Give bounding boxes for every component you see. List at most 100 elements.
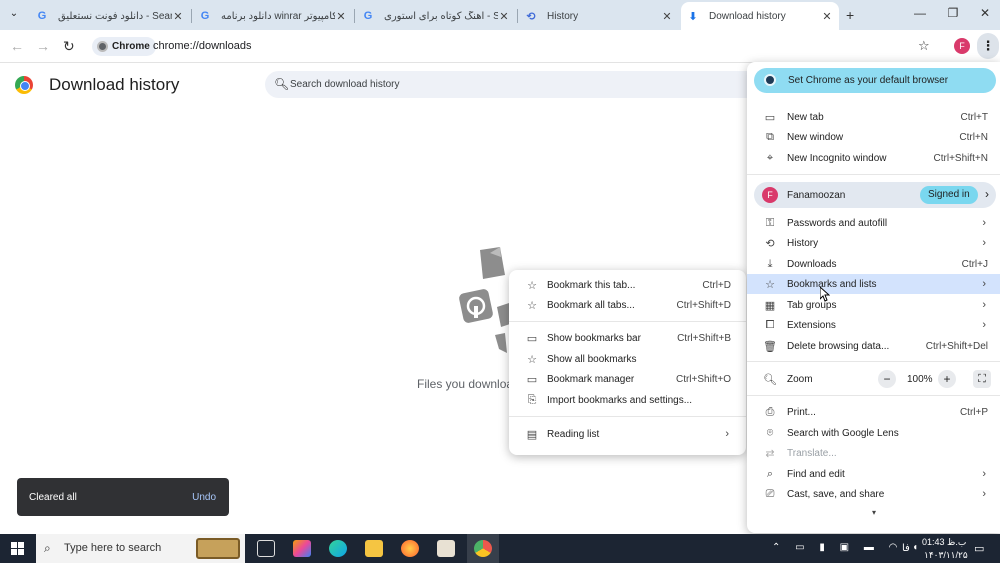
fullscreen-button[interactable]: ⛶	[973, 370, 991, 388]
restore-button[interactable]: ❐	[938, 6, 968, 24]
chevron-right-icon: ›	[725, 428, 729, 440]
profile-row[interactable]: F Fanamoozan Signed in ›	[754, 182, 996, 208]
menu-item-find-and-edit[interactable]: ⌕ Find and edit ›	[747, 464, 1000, 484]
language-indicator[interactable]: فا	[902, 543, 910, 554]
key-icon: ⚿	[765, 216, 775, 229]
windows-start-icon[interactable]	[11, 542, 24, 555]
star-icon: ☆	[765, 278, 775, 291]
lens-icon: ⌾	[766, 426, 774, 439]
menu-item-passwords-autofill[interactable]: ⚿ Passwords and autofill ›	[747, 213, 1000, 233]
back-button[interactable]: ←	[10, 38, 24, 54]
tab-title: History	[547, 10, 579, 22]
close-icon[interactable]: ✕	[335, 10, 347, 23]
tab-4[interactable]: ⟲ History ✕	[519, 4, 679, 28]
site-chip[interactable]: Chrome	[92, 37, 156, 56]
menu-item-bookmark-all-tabs[interactable]: ☆ Bookmark all tabs... Ctrl+Shift+D	[509, 295, 746, 315]
tab-search-button[interactable]: ⌄	[6, 8, 22, 22]
url-text: chrome://downloads	[153, 40, 252, 52]
star-icon: ☆	[527, 279, 537, 292]
zoom-in-button[interactable]: +	[938, 370, 956, 388]
menu-item-bookmark-this-tab[interactable]: ☆ Bookmark this tab... Ctrl+D	[509, 275, 746, 295]
bookmark-star-icon[interactable]: ☆	[918, 38, 930, 54]
menu-item-new-window[interactable]: ⧉ New window Ctrl+N	[747, 127, 1000, 147]
star-icon: ☆	[527, 299, 537, 312]
tab-3[interactable]: G آهنگ کوتاه برای استوری - Search ✕	[356, 4, 516, 28]
close-icon[interactable]: ✕	[498, 10, 510, 23]
clock-time[interactable]: 01:43 ب.ظ	[922, 537, 966, 548]
menu-item-bookmark-manager[interactable]: ▭ Bookmark manager Ctrl+Shift+O	[509, 369, 746, 389]
new-tab-button[interactable]: +	[846, 7, 854, 23]
search-icon: ⌕	[44, 541, 51, 555]
undo-button[interactable]: Undo	[192, 492, 216, 503]
taskbar-search-placeholder: Type here to search	[64, 542, 162, 554]
menu-item-bookmarks-and-lists[interactable]: ☆ Bookmarks and lists ›	[747, 274, 1000, 294]
menu-item-cast-save-share[interactable]: ⎚ Cast, save, and share ›	[747, 484, 1000, 504]
menu-item-print[interactable]: ⎙ Print... Ctrl+P	[747, 402, 1000, 422]
firefox-icon[interactable]	[401, 540, 419, 557]
toast-message: Cleared all	[29, 492, 77, 503]
menu-item-import-bookmarks[interactable]: ⎘ Import bookmarks and settings...	[509, 390, 746, 410]
menu-item-reading-list[interactable]: ▤ Reading list ›	[509, 424, 746, 444]
menu-item-history[interactable]: ⟲ History ›	[747, 233, 1000, 253]
bookmarks-submenu: ☆ Bookmark this tab... Ctrl+D ☆ Bookmark…	[509, 270, 746, 455]
tab-2[interactable]: G دانلود برنامه winrar کامپیوتر - ✕	[193, 4, 353, 28]
google-icon: G	[363, 10, 373, 22]
notification-icon[interactable]: ▭	[974, 542, 984, 555]
menu-item-downloads[interactable]: ⤓ Downloads Ctrl+J	[747, 254, 1000, 274]
menu-item-show-bookmarks-bar[interactable]: ▭ Show bookmarks bar Ctrl+Shift+B	[509, 328, 746, 348]
menu-item-new-incognito-window[interactable]: ⌖ New Incognito window Ctrl+Shift+N	[747, 148, 1000, 168]
search-highlight-icon	[196, 538, 240, 559]
menu-button[interactable]: ⋮	[977, 33, 999, 59]
menu-item-new-tab[interactable]: ▭ New tab Ctrl+T	[747, 107, 1000, 127]
menu-item-extensions[interactable]: ⧠ Extensions ›	[747, 315, 1000, 335]
zoom-icon: 🔍︎	[763, 373, 777, 386]
clock-date[interactable]: ۱۴۰۳/۱۱/۲۵	[924, 550, 968, 561]
file-explorer-icon[interactable]	[365, 540, 383, 557]
close-window-button[interactable]: ✕	[970, 6, 1000, 24]
google-icon: G	[37, 10, 47, 22]
chevron-right-icon: ›	[985, 187, 989, 201]
toast: Cleared all Undo	[17, 478, 229, 516]
new-window-icon: ⧉	[766, 130, 774, 143]
menu-item-delete-browsing-data[interactable]: 🗑︎ Delete browsing data... Ctrl+Shift+De…	[747, 336, 1000, 356]
tab-1[interactable]: G دانلود فونت نستعلیق - Search ✕	[30, 4, 190, 28]
minimize-button[interactable]: —	[905, 6, 935, 24]
edge-icon[interactable]	[329, 540, 347, 557]
zoom-out-button[interactable]: −	[878, 370, 896, 388]
forward-button[interactable]: →	[36, 38, 50, 54]
task-view-icon[interactable]	[257, 540, 275, 557]
trash-icon: 🗑︎	[763, 340, 777, 353]
reload-button[interactable]: ↻	[63, 38, 75, 55]
tab-title: دانلود برنامه winrar کامپیوتر -	[221, 10, 335, 22]
profile-avatar[interactable]: F	[954, 38, 970, 54]
empty-downloads-illustration-icon	[459, 247, 513, 353]
scroll-down-icon[interactable]: ▾	[872, 508, 876, 517]
app-icon[interactable]	[437, 540, 455, 557]
chevron-right-icon: ›	[982, 299, 986, 311]
taskbar-search-box[interactable]: ⌕ Type here to search	[36, 534, 245, 563]
menu-item-show-all-bookmarks[interactable]: ☆ Show all bookmarks	[509, 349, 746, 369]
close-icon[interactable]: ✕	[821, 10, 833, 23]
google-icon: G	[200, 10, 210, 22]
chrome-main-menu: Set Chrome as your default browser ▭ New…	[747, 62, 1000, 533]
tab-5[interactable]: ⬇ Download history ✕	[681, 2, 839, 30]
search-icon: 🔍︎	[274, 77, 290, 91]
windows-taskbar: ⌕ Type here to search ⌃ ▭ ▮ ▣ ▬ ◠ ◖ فا 0…	[0, 534, 1000, 563]
menu-item-tab-groups[interactable]: ▦ Tab groups ›	[747, 295, 1000, 315]
chrome-icon	[764, 74, 776, 86]
copilot-icon[interactable]	[293, 540, 311, 557]
incognito-icon: ⌖	[766, 151, 774, 164]
menu-item-google-lens[interactable]: ⌾ Search with Google Lens	[747, 423, 1000, 443]
print-icon: ⎙	[765, 405, 775, 418]
banner-label: Set Chrome as your default browser	[788, 75, 949, 86]
default-browser-banner[interactable]: Set Chrome as your default browser	[754, 68, 996, 93]
address-bar[interactable]: Chrome chrome://downloads	[88, 34, 948, 59]
close-icon[interactable]: ✕	[661, 10, 673, 23]
site-chip-label: Chrome	[112, 41, 150, 52]
search-download-history-input[interactable]: 🔍︎ Search download history	[265, 71, 765, 98]
tab-strip: ⌄ G دانلود فونت نستعلیق - Search ✕ G دان…	[0, 0, 1000, 30]
mouse-cursor-icon	[820, 287, 830, 302]
close-icon[interactable]: ✕	[172, 10, 184, 23]
chevron-right-icon: ›	[982, 488, 986, 500]
bookmarks-bar-icon: ▭	[526, 332, 538, 345]
